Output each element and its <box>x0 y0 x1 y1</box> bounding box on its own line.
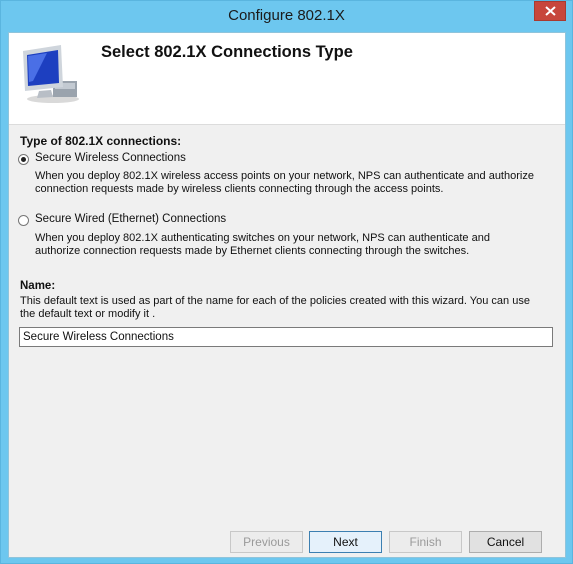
title-bar[interactable]: Configure 802.1X <box>1 1 572 31</box>
close-button[interactable] <box>534 1 566 21</box>
wizard-body: Select 802.1X Connections Type Type of 8… <box>8 32 566 558</box>
option-description: When you deploy 802.1X wireless access p… <box>35 170 534 195</box>
monitor-network-icon <box>17 43 81 110</box>
name-help-text: This default text is used as part of the… <box>20 295 530 320</box>
finish-button[interactable]: Finish <box>389 531 462 553</box>
next-button[interactable]: Next <box>309 531 382 553</box>
option-description: When you deploy 802.1X authenticating sw… <box>35 232 490 257</box>
window-title: Configure 802.1X <box>228 7 345 24</box>
cancel-button[interactable]: Cancel <box>469 531 542 553</box>
close-icon <box>545 6 556 16</box>
name-input[interactable] <box>19 327 553 347</box>
radio-button[interactable] <box>18 215 29 226</box>
radio-label[interactable]: Secure Wireless Connections <box>35 152 186 164</box>
connection-type-label: Type of 802.1X connections: <box>20 134 182 148</box>
radio-selected-dot <box>21 157 26 162</box>
radio-label[interactable]: Secure Wired (Ethernet) Connections <box>35 213 226 225</box>
page-title: Select 802.1X Connections Type <box>101 43 353 61</box>
name-label: Name: <box>20 280 56 292</box>
wizard-header: Select 802.1X Connections Type <box>9 33 565 125</box>
wizard-window: Configure 802.1X Select 802.1X Connectio <box>0 0 573 564</box>
previous-button[interactable]: Previous <box>230 531 303 553</box>
radio-button[interactable] <box>18 154 29 165</box>
